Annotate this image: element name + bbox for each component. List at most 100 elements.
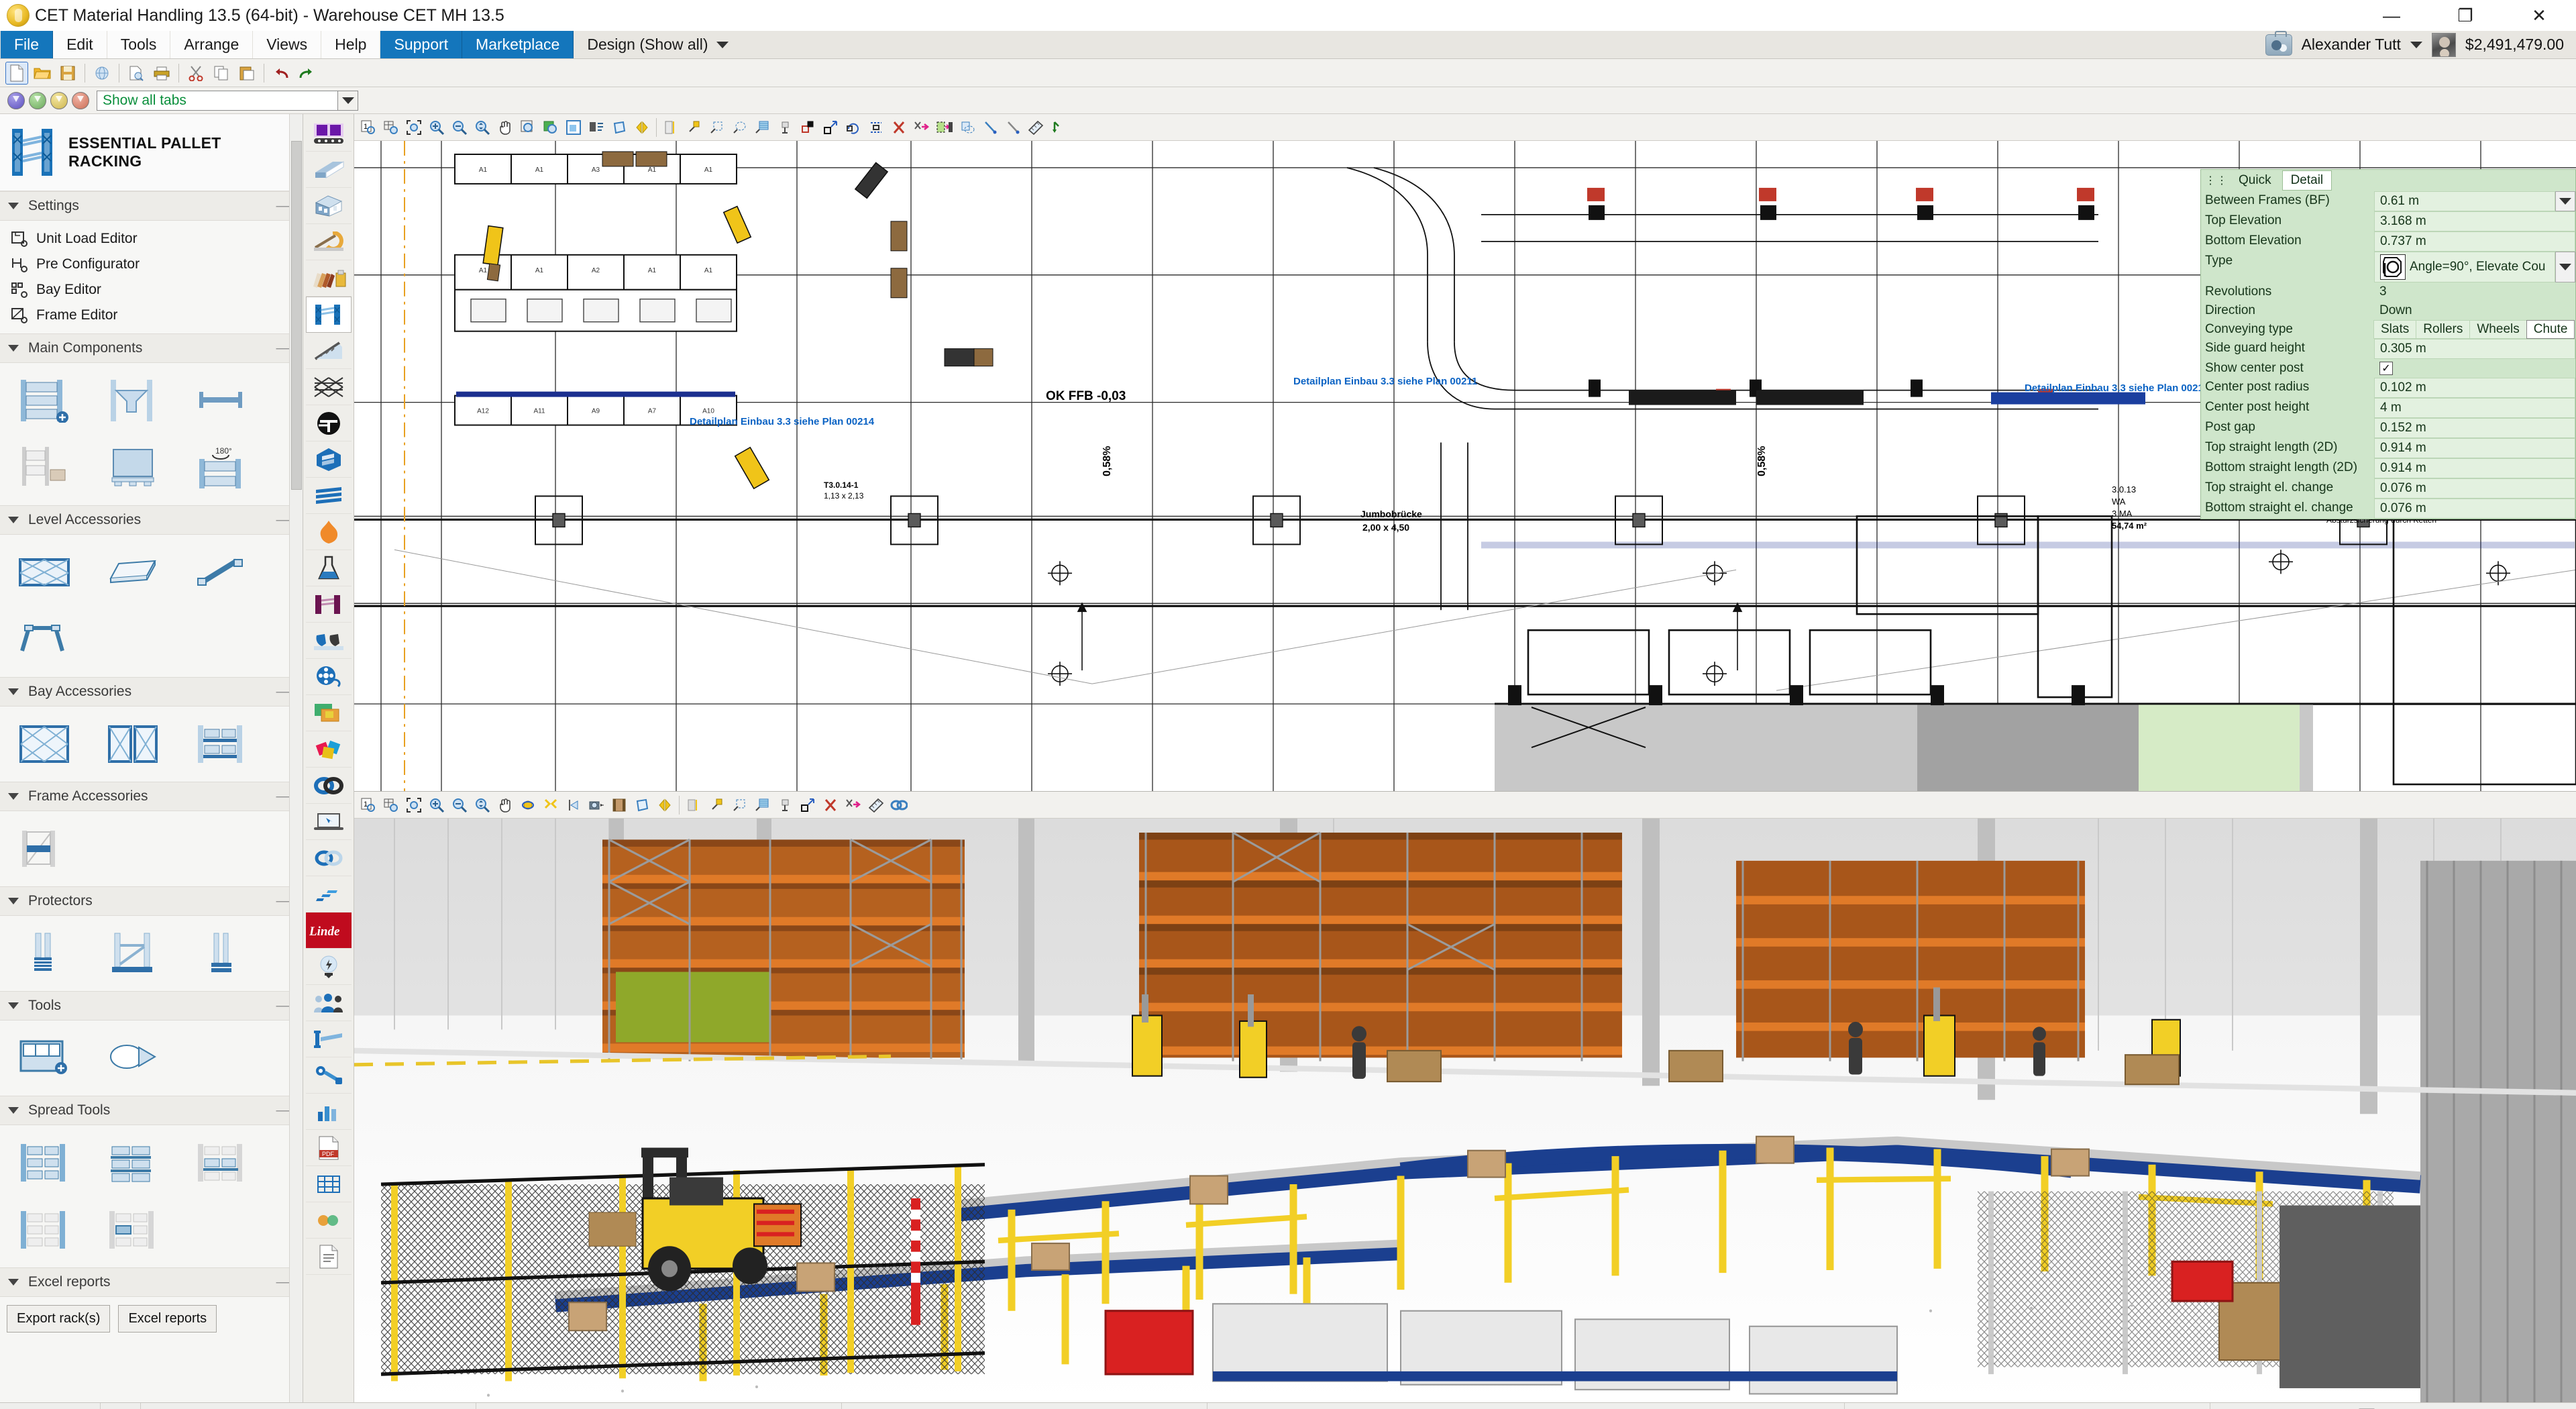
ruler-icon[interactable]	[1024, 116, 1047, 139]
sidebar-scroll-thumb[interactable]	[291, 141, 302, 490]
paste-icon[interactable]	[235, 62, 258, 85]
cut-paste-icon-3d[interactable]	[842, 794, 865, 817]
beam-icon[interactable]	[186, 370, 256, 431]
zoom-out-icon[interactable]	[448, 116, 471, 139]
viewport-3d[interactable]: 1	[354, 792, 2576, 1402]
frame-protector-icon[interactable]	[98, 923, 168, 984]
undo-icon[interactable]	[270, 62, 292, 85]
lasso-icon[interactable]	[728, 116, 751, 139]
tab-dot-green[interactable]	[29, 91, 46, 109]
zoom-window-icon-3d[interactable]	[380, 794, 402, 817]
print-icon[interactable]	[150, 62, 173, 85]
measure-icon[interactable]	[773, 116, 796, 139]
prop-value-top-straight-length[interactable]: 0.914 m	[2374, 438, 2575, 458]
show-all-tabs-field[interactable]: Show all tabs	[97, 90, 338, 111]
export-racks-button[interactable]: Export rack(s)	[7, 1305, 111, 1333]
spread-single-icon[interactable]	[98, 1199, 168, 1261]
cut-icon[interactable]	[184, 62, 207, 85]
walk-icon[interactable]	[539, 794, 562, 817]
frame-view-icon[interactable]	[562, 116, 585, 139]
section-header-level-accessories[interactable]: Level Accessories ⟶	[0, 505, 303, 535]
excel-reports-button[interactable]: Excel reports	[118, 1305, 217, 1333]
prop-value-bottom-straight-length[interactable]: 0.914 m	[2374, 458, 2575, 478]
offset-icon[interactable]	[796, 116, 819, 139]
rack-grey-icon[interactable]	[9, 437, 79, 499]
prop-value-bottom-elevation[interactable]: 0.737 m	[2374, 231, 2575, 252]
menu-file[interactable]: File	[0, 31, 54, 58]
delete-icon[interactable]	[888, 116, 910, 139]
conveying-type-wheels[interactable]: Wheels	[2469, 320, 2527, 339]
array-icon[interactable]	[865, 116, 888, 139]
maximize-button[interactable]: ❐	[2428, 0, 2502, 31]
status-cell-normal[interactable]: Normal	[141, 1402, 476, 1409]
section-header-excel-reports[interactable]: Excel reports ⟶	[0, 1267, 303, 1297]
zoom-selected-icon[interactable]	[517, 116, 539, 139]
status-arrow-up-icon[interactable]	[101, 1402, 141, 1409]
support-button[interactable]: Support	[380, 31, 463, 58]
sidebar-item-pre-configurator[interactable]: Pre Configurator	[0, 252, 303, 277]
scale-icon[interactable]	[659, 116, 682, 139]
rack-rotate-180-icon[interactable]: 180°	[186, 437, 256, 499]
user-chevron-down-icon[interactable]	[2410, 41, 2422, 48]
pallet-icon[interactable]	[98, 437, 168, 499]
group-icon[interactable]	[933, 116, 956, 139]
zoom-in-icon-3d[interactable]	[425, 794, 448, 817]
between-frames-chevron-down-icon[interactable]	[2555, 191, 2575, 211]
sidebar-item-unit-load-editor[interactable]: Unit Load Editor	[0, 226, 303, 252]
support-bar-icon[interactable]	[186, 541, 256, 603]
flip-icon[interactable]	[631, 116, 653, 139]
status-cell-tags[interactable]: TAGS	[1845, 1402, 2210, 1409]
shape-icon[interactable]	[608, 116, 631, 139]
tab-dot-red[interactable]	[72, 91, 89, 109]
wire-mesh-deck-icon[interactable]	[9, 541, 79, 603]
tabs-chevron-down-icon[interactable]	[338, 90, 358, 111]
zoom-in-icon[interactable]	[425, 116, 448, 139]
slab-icon[interactable]	[305, 152, 352, 188]
spread-levels-icon[interactable]	[98, 1132, 168, 1194]
status-cell-unloaded[interactable]: Unloaded	[842, 1402, 1208, 1409]
callout-icon[interactable]	[98, 1027, 168, 1089]
select-box-icon[interactable]	[705, 116, 728, 139]
prop-value-post-gap[interactable]: 0.152 m	[2374, 418, 2575, 438]
redo-icon[interactable]	[295, 62, 318, 85]
arrow-icon[interactable]	[1047, 116, 1070, 139]
menu-arrange[interactable]: Arrange	[170, 31, 254, 58]
cad-2d-canvas[interactable]: A1 A1 A3 A1 A1 A1 A1 A2 A1 A1 A12 A11 A9 A7 A10	[354, 141, 2576, 791]
status-resize-handle[interactable]	[0, 1402, 101, 1409]
colors-icon[interactable]	[305, 695, 352, 731]
bulb-icon[interactable]	[305, 949, 352, 985]
gloves-icon[interactable]	[305, 623, 352, 659]
racking-purple-icon[interactable]	[305, 586, 352, 623]
camera-icon[interactable]	[585, 794, 608, 817]
add-point-icon[interactable]	[682, 116, 705, 139]
layers-view-icon[interactable]	[585, 116, 608, 139]
conveying-type-rollers[interactable]: Rollers	[2416, 320, 2471, 339]
avatar[interactable]	[2431, 32, 2456, 57]
prop-value-top-straight-el-change[interactable]: 0.076 m	[2374, 478, 2575, 499]
building-icon[interactable]	[305, 188, 352, 224]
minimize-button[interactable]: —	[2355, 0, 2428, 31]
add-point-icon-3d[interactable]	[705, 794, 728, 817]
zoom-out-icon-3d[interactable]	[448, 794, 471, 817]
prop-value-top-elevation[interactable]: 3.168 m	[2374, 211, 2575, 231]
flip-icon-3d[interactable]	[653, 794, 676, 817]
swatches-icon[interactable]	[305, 260, 352, 297]
print-preview-icon[interactable]	[125, 62, 148, 85]
doc-icon[interactable]	[305, 1239, 352, 1275]
sidebar-scrollbar[interactable]	[289, 114, 303, 1402]
layers-icon-3d[interactable]	[682, 794, 705, 817]
chain-icon[interactable]	[305, 768, 352, 804]
zoom-dynamic-icon-3d[interactable]	[471, 794, 494, 817]
new-file-icon[interactable]	[5, 61, 28, 85]
show-center-post-checkbox[interactable]: ✓	[2379, 362, 2393, 375]
frame-accessory-icon[interactable]	[9, 818, 79, 880]
stairs-icon[interactable]	[305, 876, 352, 912]
laptop-icon[interactable]	[305, 804, 352, 840]
status-cell-view-all[interactable]: View all	[2210, 1403, 2576, 1409]
layers-icon[interactable]	[305, 478, 352, 514]
prop-value-type[interactable]: Angle=90°, Elevate Cou	[2374, 252, 2555, 282]
chart-icon[interactable]	[305, 1094, 352, 1130]
section-header-protectors[interactable]: Protectors ⟶	[0, 886, 303, 916]
measure-icon-3d[interactable]	[773, 794, 796, 817]
flame-icon[interactable]	[305, 514, 352, 550]
